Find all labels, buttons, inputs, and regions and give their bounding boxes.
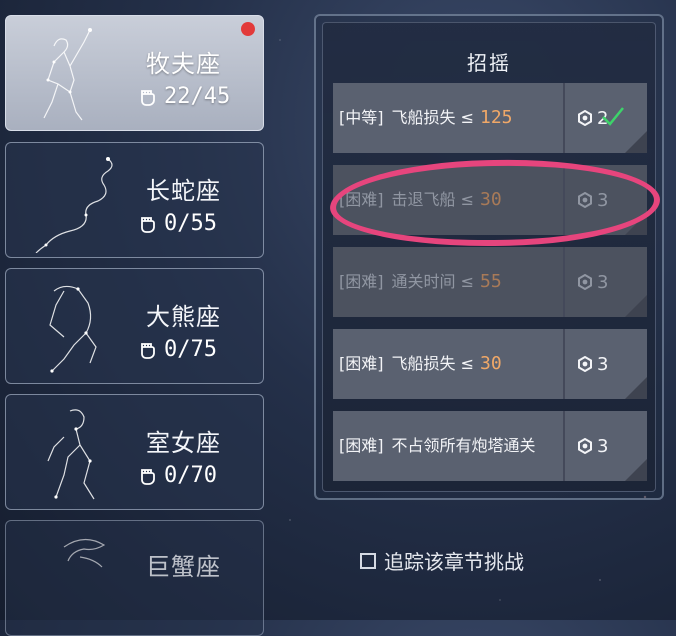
challenge-difficulty: [困难] [339,436,384,455]
cancer-constellation-art [63,538,106,568]
challenge-condition: 飞船损失 ≤ 125 [392,109,513,127]
hexagon-gem-icon [578,356,592,372]
challenge-difficulty: [困难] [339,272,384,291]
challenge-description: [困难] 击退飞船 ≤ 30 [333,165,563,235]
row-corner-notch [625,213,647,235]
hexagon-gem-icon [578,110,592,126]
constellation-name: 室女座 [146,429,221,457]
challenge-row[interactable]: [困难] 通关时间 ≤ 55 3 [333,247,647,317]
constellation-name: 巨蟹座 [146,553,221,581]
track-chapter-challenge-toggle[interactable]: 追踪该章节挑战 [360,546,524,575]
hexagon-gem-icon [578,274,592,290]
challenge-row[interactable]: [困难] 不占领所有炮塔通关 3 [333,411,647,481]
challenge-text: 不占领所有炮塔通关 [391,436,536,455]
challenge-description: [困难] 不占领所有炮塔通关 [333,411,563,481]
constellation-progress: 22/45 [136,84,230,109]
virgo-constellation-art [47,409,95,500]
track-checkbox[interactable] [360,552,376,569]
challenge-condition: 通关时间 ≤ 55 [392,273,502,291]
constellation-progress: 0/75 [136,337,217,362]
progress-value: 0/70 [164,463,217,488]
progress-value: 22/45 [164,84,231,109]
challenge-condition: 飞船损失 ≤ 30 [392,355,502,373]
challenge-text: 飞船损失 ≤ [391,108,475,127]
challenge-value: 30 [480,189,502,210]
challenge-text: 击退飞船 ≤ [391,190,475,209]
challenge-description: [困难] 通关时间 ≤ 55 [333,247,563,317]
row-divider [563,247,565,317]
challenge-difficulty: [困难] [339,354,384,373]
hexagon-gem-icon [578,192,592,208]
reward-count: 3 [597,435,609,457]
row-divider [563,83,565,153]
hydra-constellation-art [35,157,113,253]
row-divider [563,165,565,235]
ursa-major-constellation-art [49,285,97,373]
progress-value: 0/55 [164,211,217,236]
challenge-panel-inner: 招摇 [中等] 飞船损失 ≤125 2 [困难] 击退飞船 ≤30 3 [困难]… [322,22,656,492]
constellation-name: 大熊座 [146,303,221,331]
challenge-value: 125 [480,107,513,128]
reward-count: 3 [597,353,609,375]
constellation-name: 长蛇座 [146,177,221,205]
fist-icon [141,216,155,233]
row-divider [563,329,565,399]
constellation-name: 牧夫座 [146,50,221,78]
row-corner-notch [625,459,647,481]
fist-icon [141,342,155,359]
constellation-card-virgo[interactable]: 室女座 0/70 [5,394,264,510]
hexagon-gem-icon [578,438,592,454]
challenge-value: 30 [480,353,502,374]
fist-icon [141,468,155,485]
constellation-list[interactable]: 牧夫座 22/45 长蛇座 0/55 大熊座 0/75 室女座 0/70 巨蟹座 [0,0,280,636]
challenge-condition: 击退飞船 ≤ 30 [392,191,502,209]
bootes-constellation-art [43,28,92,121]
challenge-row[interactable]: [中等] 飞船损失 ≤125 2 [333,83,647,153]
row-corner-notch [625,131,647,153]
constellation-progress: 0/55 [136,211,217,236]
challenge-row[interactable]: [困难] 飞船损失 ≤ 30 3 [333,329,647,399]
constellation-progress: 0/70 [136,463,217,488]
challenge-panel: 招摇 [中等] 飞船损失 ≤125 2 [困难] 击退飞船 ≤30 3 [困难]… [314,14,664,500]
panel-title: 招摇 [467,51,511,75]
challenge-condition: 不占领所有炮塔通关 [392,437,542,455]
challenge-value: 55 [480,271,502,292]
track-label: 追踪该章节挑战 [384,550,524,574]
row-divider [563,411,565,481]
challenge-description: [困难] 飞船损失 ≤ 30 [333,329,563,399]
notification-dot [241,22,255,36]
constellation-card-cancer[interactable]: 巨蟹座 [5,520,264,636]
row-corner-notch [625,295,647,317]
row-corner-notch [625,377,647,399]
reward-count: 3 [597,271,609,293]
fist-icon [141,89,155,106]
challenge-difficulty: [中等] [339,108,384,127]
challenge-description: [中等] 飞船损失 ≤ 125 [333,83,563,153]
challenge-text: 飞船损失 ≤ [391,354,475,373]
challenge-text: 通关时间 ≤ [391,272,475,291]
reward-count: 3 [597,189,609,211]
challenge-difficulty: [困难] [339,190,384,209]
progress-value: 0/75 [164,337,217,362]
constellation-card-bootes[interactable]: 牧夫座 22/45 [5,15,264,131]
constellation-card-hydra[interactable]: 长蛇座 0/55 [5,142,264,258]
constellation-card-ursa-major[interactable]: 大熊座 0/75 [5,268,264,384]
checkmark-icon [602,107,624,126]
challenge-row[interactable]: [困难] 击退飞船 ≤ 30 3 [333,165,647,235]
